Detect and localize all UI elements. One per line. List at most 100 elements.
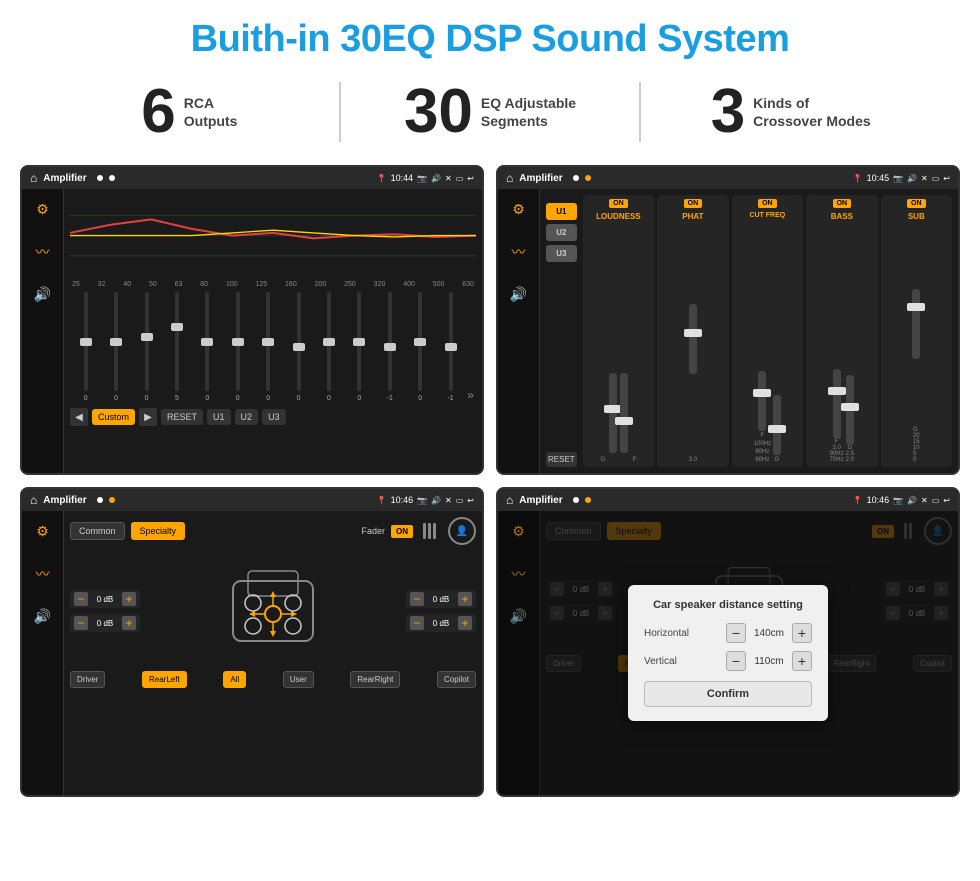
dialog-horizontal-row: Horizontal − 140cm +	[644, 623, 812, 643]
eq-sidebar-eq-icon[interactable]: ⚙	[32, 197, 53, 222]
eq-back-icon: ↩	[467, 174, 474, 183]
fader-x-icon: ✕	[445, 496, 452, 505]
vol-rr-minus[interactable]: −	[410, 616, 424, 630]
eq-u3-btn[interactable]: U3	[262, 409, 286, 425]
ch-location-icon: 📍	[853, 174, 863, 183]
eq-slider-8: 0	[315, 292, 342, 402]
eq-sidebar-speaker-icon[interactable]: 🔊	[30, 282, 55, 307]
vol-fr-minus[interactable]: −	[410, 592, 424, 606]
vol-fr-plus[interactable]: +	[458, 592, 472, 606]
channel-cutfreq: ON CUT FREQ F 100Hz 80Hz	[732, 195, 803, 467]
bass-on[interactable]: ON	[833, 199, 852, 208]
eq-camera-icon: 📷	[417, 174, 427, 183]
phat-on[interactable]: ON	[684, 199, 703, 208]
vertical-value: 110cm	[750, 656, 788, 667]
dialog-screen: ⌂ Amplifier 📍 10:46 📷 🔊 ✕ ▭ ↩ ⚙ 〰 🔊	[496, 487, 960, 797]
loudness-on[interactable]: ON	[609, 199, 628, 208]
sub-on[interactable]: ON	[907, 199, 926, 208]
eq-custom-btn[interactable]: Custom	[92, 409, 135, 425]
preset-u1-btn[interactable]: U1	[546, 203, 577, 220]
eq-u1-btn[interactable]: U1	[207, 409, 231, 425]
eq-slider-6: 0	[254, 292, 281, 402]
vol-rl-minus[interactable]: −	[74, 616, 88, 630]
copilot-btn[interactable]: Copilot	[437, 671, 476, 688]
stat-rca-label: RCAOutputs	[184, 94, 238, 130]
eq-bottom-row: ◀ Custom ▶ RESET U1 U2 U3	[70, 408, 476, 426]
dlg-camera-icon: 📷	[893, 496, 903, 505]
vertical-plus-btn[interactable]: +	[792, 651, 812, 671]
cutfreq-slider-2[interactable]	[773, 395, 781, 455]
vertical-label: Vertical	[644, 656, 704, 667]
channel-home-icon[interactable]: ⌂	[506, 171, 513, 185]
channel-status-icons: 📍 10:45 📷 🔊 ✕ ▭ ↩	[853, 173, 950, 183]
dlg-speaker-icon: 🔊	[907, 496, 917, 505]
home-icon[interactable]: ⌂	[30, 171, 37, 185]
fader-settings-icon[interactable]: 👤	[448, 517, 476, 545]
eq-speaker-icon: 🔊	[431, 174, 441, 183]
bass-label: BASS	[831, 212, 853, 221]
loudness-slider-2[interactable]	[620, 373, 628, 453]
eq-play-btn[interactable]: ▶	[139, 408, 157, 426]
eq-u2-btn[interactable]: U2	[235, 409, 259, 425]
dlg-back-icon: ↩	[943, 496, 950, 505]
eq-status-icons: 📍 10:44 📷 🔊 ✕ ▭ ↩	[377, 173, 474, 183]
vol-control-rr: − 0 dB +	[406, 614, 476, 632]
fader-sidebar: ⚙ 〰 🔊	[22, 511, 64, 795]
eq-window-icon: ▭	[456, 174, 464, 183]
vol-fl-minus[interactable]: −	[74, 592, 88, 606]
channel-status-bar: ⌂ Amplifier 📍 10:45 📷 🔊 ✕ ▭ ↩	[498, 167, 958, 189]
cutfreq-on[interactable]: ON	[758, 199, 777, 208]
bass-slider-2[interactable]	[846, 375, 854, 445]
channel-phat: ON PHAT 3.0	[657, 195, 728, 467]
fader-sidebar-wave-icon[interactable]: 〰	[32, 560, 54, 588]
channel-reset-btn[interactable]: RESET	[546, 452, 577, 467]
eq-sidebar-wave-icon[interactable]: 〰	[32, 238, 54, 266]
fader-bottom-controls: Driver RearLeft All User RearRight Copil…	[70, 671, 476, 688]
common-mode-btn[interactable]: Common	[70, 522, 125, 540]
rear-left-btn[interactable]: RearLeft	[142, 671, 187, 688]
horizontal-minus-btn[interactable]: −	[726, 623, 746, 643]
fader-home-icon[interactable]: ⌂	[30, 493, 37, 507]
fader-on-toggle[interactable]: ON	[391, 525, 413, 538]
fader-center: − 0 dB + − 0 dB +	[70, 551, 476, 671]
fader-back-icon: ↩	[467, 496, 474, 505]
eq-reset-btn[interactable]: RESET	[161, 409, 203, 425]
horizontal-plus-btn[interactable]: +	[792, 623, 812, 643]
ch-dot-2	[585, 175, 591, 181]
ch-sidebar-wave-icon[interactable]: 〰	[508, 238, 530, 266]
fader-app-title: Amplifier	[43, 495, 86, 506]
cutfreq-col-1: F 100Hz 80Hz 60Hz	[754, 371, 771, 463]
sub-slider-1[interactable]	[912, 289, 920, 359]
ch-sidebar-speaker-icon[interactable]: 🔊	[506, 282, 531, 307]
fader-sidebar-speaker-icon[interactable]: 🔊	[30, 604, 55, 629]
eq-prev-btn[interactable]: ◀	[70, 408, 88, 426]
dialog-home-icon[interactable]: ⌂	[506, 493, 513, 507]
bass-col-1: F 3.0 90Hz 70Hz	[830, 369, 844, 463]
ch-sidebar-eq-icon[interactable]: ⚙	[508, 197, 529, 222]
vol-fl-plus[interactable]: +	[122, 592, 136, 606]
eq-slider-0: 0	[72, 292, 99, 402]
vol-fl-value: 0 dB	[91, 595, 119, 604]
confirm-button[interactable]: Confirm	[644, 681, 812, 707]
user-btn[interactable]: User	[283, 671, 314, 688]
cutfreq-slider-1[interactable]	[758, 371, 766, 431]
preset-u2-btn[interactable]: U2	[546, 224, 577, 241]
bass-slider-1[interactable]	[833, 369, 841, 439]
loudness-slider-1[interactable]	[609, 373, 617, 453]
eq-app-title: Amplifier	[43, 173, 86, 184]
fader-camera-icon: 📷	[417, 496, 427, 505]
eq-slider-2: 0	[133, 292, 160, 402]
eq-more-arrow[interactable]: »	[467, 388, 474, 402]
all-btn[interactable]: All	[223, 671, 246, 688]
ch-camera-icon: 📷	[893, 174, 903, 183]
fader-sidebar-eq-icon[interactable]: ⚙	[32, 519, 53, 544]
vertical-minus-btn[interactable]: −	[726, 651, 746, 671]
loudness-values: GF	[587, 457, 650, 463]
phat-slider[interactable]	[689, 304, 697, 374]
preset-u3-btn[interactable]: U3	[546, 245, 577, 262]
vol-rl-plus[interactable]: +	[122, 616, 136, 630]
vol-rr-plus[interactable]: +	[458, 616, 472, 630]
specialty-mode-btn[interactable]: Specialty	[131, 522, 186, 540]
driver-btn[interactable]: Driver	[70, 671, 105, 688]
rear-right-btn[interactable]: RearRight	[350, 671, 400, 688]
